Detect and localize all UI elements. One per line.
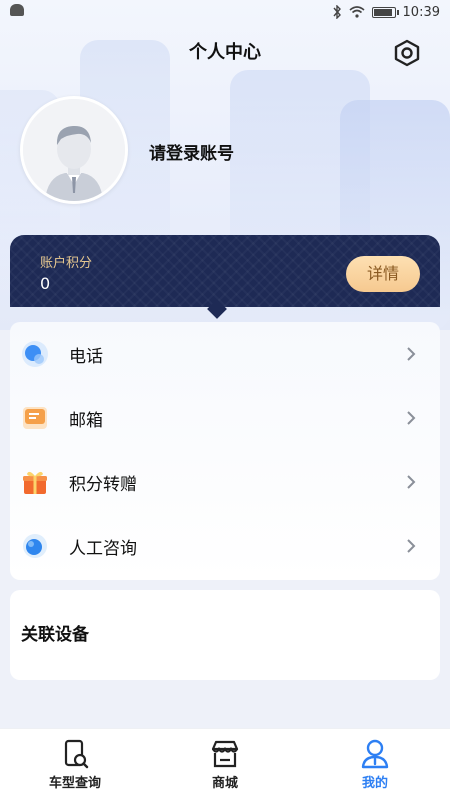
status-time: 10:39: [402, 4, 440, 20]
points-value: 0: [40, 274, 51, 293]
mail-icon: [23, 407, 47, 429]
tab-label: 我的: [361, 776, 388, 791]
menu-item-mail[interactable]: 邮箱: [10, 386, 440, 450]
chevron-right-icon: [407, 475, 416, 489]
linked-devices-card[interactable]: 关联设备: [10, 590, 440, 680]
avatar[interactable]: [20, 96, 128, 204]
chevron-right-icon: [407, 539, 416, 553]
chevron-right-icon: [407, 347, 416, 361]
settings-hexagon-icon: [394, 39, 420, 67]
chevron-right-icon: [407, 411, 416, 425]
android-icon: [10, 4, 24, 16]
menu-label: 人工咨询: [69, 538, 137, 559]
points-detail-button[interactable]: 详情: [346, 256, 420, 292]
phone-icon: [22, 341, 48, 367]
menu-item-consult[interactable]: 人工咨询: [10, 514, 440, 578]
chat-icon: [23, 534, 47, 558]
battery-icon: [371, 6, 399, 18]
wifi-icon: [349, 6, 365, 18]
menu-label: 电话: [69, 346, 103, 367]
menu-label: 邮箱: [69, 410, 103, 431]
car-search-icon: [64, 739, 89, 769]
bluetooth-icon: [332, 5, 341, 19]
gift-icon: [23, 471, 47, 494]
points-card: 账户积分 0 详情: [10, 235, 440, 307]
login-prompt[interactable]: 请登录账号: [149, 139, 234, 164]
menu-item-points-transfer[interactable]: 积分转赠: [10, 450, 440, 514]
linked-devices-title: 关联设备: [21, 625, 89, 645]
tab-store[interactable]: 商城: [150, 729, 300, 800]
menu-list: 电话 邮箱 积分转赠 人工咨询: [10, 322, 440, 580]
settings-button[interactable]: [392, 38, 422, 68]
bottom-tab-bar: 车型查询 商城 我的: [0, 728, 450, 800]
tab-label: 车型查询: [48, 776, 101, 791]
store-icon: [211, 740, 239, 768]
tab-mine[interactable]: 我的: [300, 729, 450, 800]
user-icon: [361, 739, 389, 769]
tab-label: 商城: [211, 776, 238, 791]
menu-item-phone[interactable]: 电话: [10, 322, 440, 386]
points-label: 账户积分: [40, 256, 93, 271]
status-bar: 10:39: [0, 0, 450, 24]
default-avatar-icon: [23, 99, 125, 201]
page-title: 个人中心: [189, 42, 261, 63]
menu-label: 积分转赠: [69, 474, 137, 495]
tab-car-search[interactable]: 车型查询: [0, 729, 150, 800]
